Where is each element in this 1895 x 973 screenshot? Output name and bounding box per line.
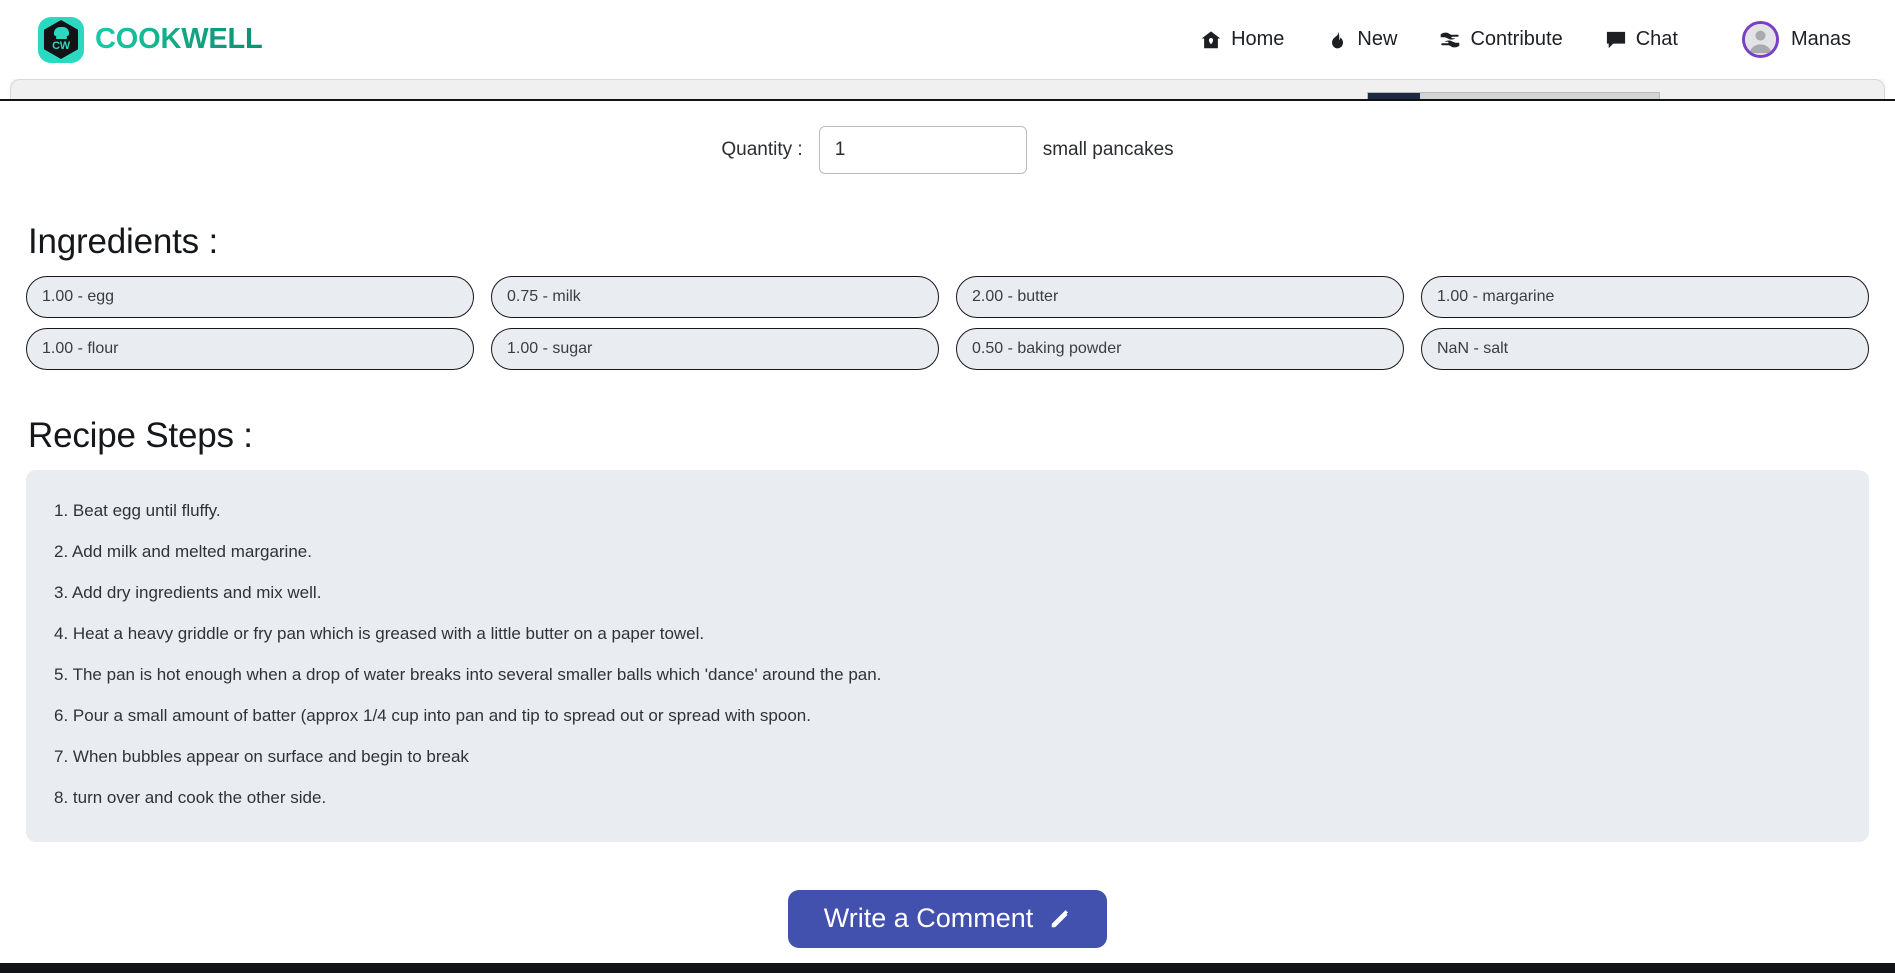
nav-item-contribute-label: Contribute bbox=[1470, 28, 1563, 50]
comments-section: Write a Comment Comments bbox=[26, 889, 1869, 973]
recipe-step: 4. Heat a heavy griddle or fry pan which… bbox=[54, 623, 705, 643]
recipe-step: 3. Add dry ingredients and mix well. bbox=[54, 582, 322, 602]
quantity-label: Quantity : bbox=[721, 139, 803, 160]
nav-links: Home New Contribute Chat Manas bbox=[1200, 21, 1851, 58]
recipe-steps-title: Recipe Steps : bbox=[28, 416, 253, 455]
top-navigation-bar: CW COOKWELL Home New Contribute Chat Man… bbox=[0, 0, 1895, 79]
quantity-row: Quantity : small pancakes bbox=[26, 101, 1869, 174]
recipe-step: 7. When bubbles appear on surface and be… bbox=[54, 746, 469, 766]
logo-monogram: CW bbox=[52, 40, 70, 52]
scrolled-card-sliver bbox=[10, 79, 1885, 99]
home-icon bbox=[1200, 29, 1222, 51]
ingredients-title: Ingredients : bbox=[28, 222, 219, 261]
flame-icon bbox=[1326, 29, 1348, 51]
nav-item-chat[interactable]: Chat bbox=[1605, 28, 1678, 51]
ingredient-pill[interactable]: 1.00 - flour bbox=[26, 328, 474, 370]
ingredient-pill[interactable]: 1.00 - egg bbox=[26, 276, 474, 318]
ingredient-pill[interactable]: 1.00 - sugar bbox=[491, 328, 939, 370]
cookwell-hexagon-chef-hat-logo-icon: CW bbox=[38, 16, 84, 63]
write-comment-button-label: Write a Comment bbox=[823, 903, 1034, 933]
brand-name: COOKWELL bbox=[95, 23, 263, 55]
nav-item-new-label: New bbox=[1357, 28, 1398, 50]
ingredient-pill[interactable]: 0.50 - baking powder bbox=[956, 328, 1404, 370]
pencil-icon bbox=[1049, 908, 1071, 930]
user-menu[interactable]: Manas bbox=[1741, 21, 1851, 58]
rating-progress-bar[interactable] bbox=[1367, 92, 1660, 99]
recipe-step: 8. turn over and cook the other side. bbox=[54, 787, 327, 807]
ingredient-pill[interactable]: 0.75 - milk bbox=[491, 276, 939, 318]
bottom-edge-bar bbox=[0, 963, 1895, 973]
ingredient-pill[interactable]: NaN - salt bbox=[1421, 328, 1869, 370]
nav-item-home-label: Home bbox=[1231, 28, 1285, 50]
recipe-step: 1. Beat egg until fluffy. bbox=[54, 501, 221, 520]
ingredient-pill[interactable]: 2.00 - butter bbox=[956, 276, 1404, 318]
recipe-page: Quantity : small pancakes Ingredients : … bbox=[0, 101, 1895, 973]
nav-item-new[interactable]: New bbox=[1326, 28, 1397, 51]
nav-item-contribute[interactable]: Contribute bbox=[1439, 28, 1563, 51]
user-name-label: Manas bbox=[1790, 28, 1851, 50]
nav-item-home[interactable]: Home bbox=[1200, 28, 1284, 51]
hands-heart-icon bbox=[1439, 29, 1461, 51]
ingredient-pill[interactable]: 1.00 - margarine bbox=[1421, 276, 1869, 318]
ingredients-grid: 1.00 - egg 0.75 - milk 2.00 - butter 1.0… bbox=[26, 276, 1869, 370]
nav-item-chat-label: Chat bbox=[1635, 28, 1678, 50]
write-comment-button[interactable]: Write a Comment bbox=[787, 889, 1108, 948]
recipe-step: 5. The pan is hot enough when a drop of … bbox=[54, 664, 882, 684]
chat-bubble-icon bbox=[1605, 29, 1627, 51]
user-avatar-icon bbox=[1741, 21, 1779, 58]
rating-progress-fill bbox=[1368, 93, 1421, 99]
recipe-steps-box: 1. Beat egg until fluffy. 2. Add milk an… bbox=[26, 470, 1869, 842]
quantity-unit-label: small pancakes bbox=[1042, 139, 1174, 160]
quantity-input[interactable] bbox=[818, 126, 1027, 174]
recipe-step: 6. Pour a small amount of batter (approx… bbox=[54, 705, 811, 725]
brand-logo-link[interactable]: CW COOKWELL bbox=[38, 16, 263, 63]
recipe-step: 2. Add milk and melted margarine. bbox=[54, 541, 312, 561]
